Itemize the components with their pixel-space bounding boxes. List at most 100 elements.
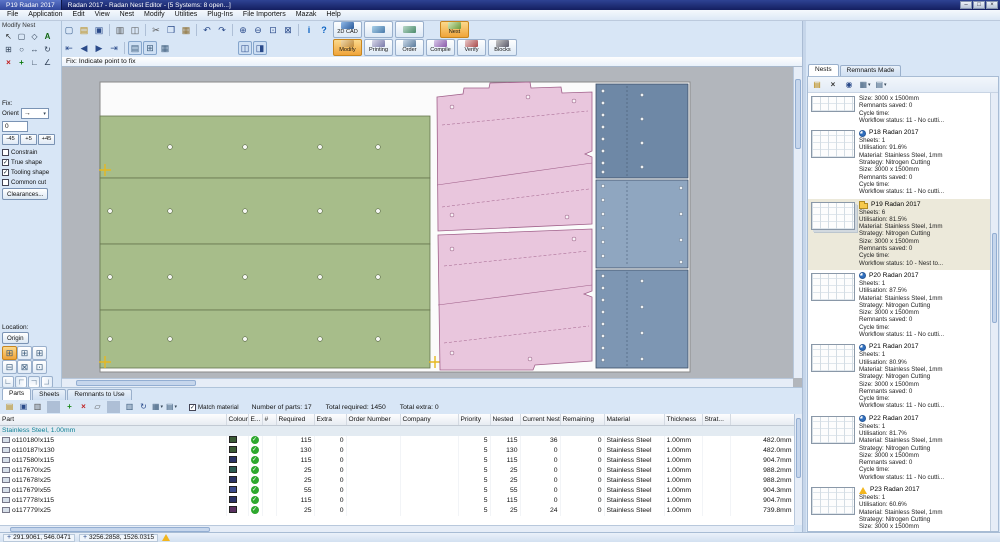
workflow-verify-button[interactable]: Verify [457, 39, 486, 56]
column-header[interactable]: Required [276, 414, 314, 425]
parts-vertical-scrollbar[interactable] [794, 414, 802, 525]
nests-scrollbar[interactable] [990, 93, 998, 532]
table-row[interactable]: o117580!x115 115 0 5 115 0 0 [0, 456, 794, 466]
nest-entry[interactable]: Size: 3000 x 1500mm Remnants saved: 0 Cy… [808, 93, 990, 127]
workflow-sheet-button[interactable] [395, 21, 424, 38]
parts-panel-tab[interactable]: Parts [2, 388, 31, 400]
corner-icon[interactable]: ∟ [28, 56, 41, 69]
circle-icon[interactable]: ○ [15, 43, 28, 56]
column-header[interactable] [730, 414, 794, 425]
add-part-icon[interactable]: + [63, 401, 76, 413]
nest-entry[interactable]: P19 Radan 2017 Sheets: 6 Utilisation: 81… [808, 199, 990, 270]
column-header[interactable]: Company [400, 414, 458, 425]
scrollbar-thumb[interactable] [992, 233, 997, 323]
column-header[interactable]: Thickness [664, 414, 702, 425]
nest-entry[interactable]: P18 Radan 2017 Sheets: 1 Utilisation: 91… [808, 127, 990, 198]
part-properties-icon[interactable]: ▱ [91, 401, 104, 413]
print-preview-icon[interactable]: ◫ [128, 23, 142, 37]
rotate-icon[interactable]: ↻ [41, 43, 54, 56]
origin-preset-5-icon[interactable]: ⊠ [17, 360, 32, 374]
parts-panel-tab[interactable]: Sheets [32, 389, 66, 400]
zoom-window-icon[interactable]: ▢ [15, 30, 28, 43]
origin-preset-3-icon[interactable]: ⊞ [32, 346, 47, 360]
separator[interactable] [109, 24, 110, 36]
nests-panel-tab[interactable]: Nests [808, 64, 839, 76]
shape-icon[interactable]: ◇ [28, 30, 41, 43]
origin-preset-2-icon[interactable]: ⊞ [17, 346, 32, 360]
menu-item[interactable]: Application [23, 10, 67, 20]
option-checkbox-row[interactable]: Constrain [2, 148, 60, 157]
table-row[interactable]: o117670!x25 25 0 5 25 0 0 S [0, 466, 794, 476]
table-row[interactable]: o117779!x25 25 0 5 25 24 0 [0, 506, 794, 516]
nest-entry[interactable]: P20 Radan 2017 Sheets: 1 Utilisation: 87… [808, 270, 990, 341]
column-header[interactable]: # [262, 414, 276, 425]
add-icon[interactable]: + [15, 56, 28, 69]
orient-select[interactable]: → [21, 108, 49, 119]
angle-input[interactable]: 0 [2, 121, 28, 132]
workflow-order-button[interactable]: Order [395, 39, 424, 56]
column-header[interactable]: Strat... [702, 414, 730, 425]
column-header[interactable]: Nested [490, 414, 520, 425]
column-header[interactable]: Current Nest [520, 414, 560, 425]
clearances-button[interactable]: Clearances... [2, 188, 48, 200]
menu-item[interactable]: File [2, 10, 23, 20]
menu-item[interactable]: Nest [115, 10, 139, 20]
delete-icon[interactable]: × [2, 56, 15, 69]
separator[interactable] [298, 24, 299, 36]
scrollbar-thumb[interactable] [796, 418, 801, 478]
single-view-icon[interactable]: ◫ [238, 41, 252, 55]
redo-icon[interactable]: ↷ [215, 23, 229, 37]
scrollbar-thumb[interactable] [795, 79, 801, 149]
copy-icon[interactable]: ❐ [164, 23, 178, 37]
workflow-nest-button[interactable]: Nest [440, 21, 469, 38]
nest-drawing[interactable] [62, 67, 793, 378]
checkbox[interactable] [2, 159, 9, 166]
column-header[interactable]: Extra [314, 414, 346, 425]
table-row[interactable]: o117679!x55 55 0 5 55 0 0 S [0, 486, 794, 496]
menu-item[interactable]: View [90, 10, 115, 20]
table-row[interactable]: o110187!x130 130 0 5 130 0 0 [0, 446, 794, 456]
separator[interactable] [124, 42, 125, 54]
material-group-row[interactable]: Stainless Steel, 1.00mm [0, 425, 794, 436]
nest-entry[interactable]: P22 Radan 2017 Sheets: 1 Utilisation: 81… [808, 413, 990, 484]
separator[interactable] [145, 24, 146, 36]
next-sheet-icon[interactable]: ▶ [92, 41, 106, 55]
workflow-modify-button[interactable]: Modify [333, 39, 362, 56]
option-checkbox-row[interactable]: Tooling shape [2, 168, 60, 177]
workflow-2d-cad-button[interactable]: 2D CAD [333, 21, 362, 38]
workflow-drawing-button[interactable] [364, 21, 393, 38]
parts-panel-tab[interactable]: Remnants to Use [67, 389, 131, 400]
origin-preset-1-icon[interactable]: ⊞ [2, 346, 17, 360]
blue-panel-parts[interactable] [596, 84, 688, 368]
separator[interactable] [232, 24, 233, 36]
new-nest-icon[interactable]: ▤ [810, 78, 824, 91]
group-by-combo[interactable]: ▤ [165, 401, 178, 413]
table-row[interactable]: o117678!x25 25 0 5 25 0 0 S [0, 476, 794, 486]
nest-entry[interactable]: P23 Radan 2017 Sheets: 1 Utilisation: 60… [808, 484, 990, 532]
sort-nests-combo[interactable]: ▤ [874, 78, 888, 91]
column-header[interactable]: Remaining [560, 414, 604, 425]
origin-button[interactable]: Origin [2, 332, 29, 344]
menu-item[interactable]: Modify [139, 10, 170, 20]
open-icon[interactable]: ▤ [77, 23, 91, 37]
checkbox[interactable] [2, 169, 9, 176]
multi-sheet-icon[interactable]: ⊞ [143, 41, 157, 55]
help-icon[interactable]: ? [317, 23, 331, 37]
match-material-checkbox[interactable] [189, 404, 196, 411]
text-icon[interactable]: A [41, 30, 54, 43]
scrollbar-thumb[interactable] [76, 380, 196, 386]
zoom-out-icon[interactable]: ⊖ [251, 23, 265, 37]
save-icon[interactable]: ▣ [92, 23, 106, 37]
menu-item[interactable]: Help [321, 10, 345, 20]
table-row[interactable]: o117778!x115 115 0 5 115 0 0 [0, 496, 794, 506]
nest-entry[interactable]: P21 Radan 2017 Sheets: 1 Utilisation: 80… [808, 341, 990, 412]
close-button[interactable]: × [986, 1, 998, 9]
nest-canvas-area[interactable] [62, 67, 802, 387]
nests-panel-tab[interactable]: Remnants Made [840, 65, 902, 76]
parts-save-icon[interactable]: ▣ [17, 401, 30, 413]
menu-item[interactable]: Mazak [291, 10, 322, 20]
menu-item[interactable]: File Importers [238, 10, 291, 20]
rotate-step-button[interactable]: -45 [2, 134, 19, 145]
canvas-vertical-scrollbar[interactable] [793, 67, 802, 378]
new-icon[interactable]: ▢ [62, 23, 76, 37]
